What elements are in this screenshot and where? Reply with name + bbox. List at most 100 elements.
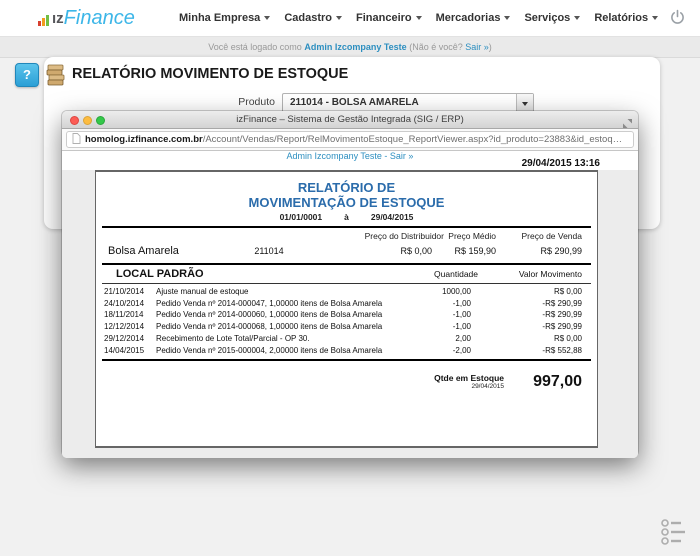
session-prefix: Você está logado como [208, 42, 302, 52]
page-doc-icon [72, 131, 81, 148]
date-from: 01/01/0001 [280, 212, 323, 222]
row-date: 12/12/2014 [96, 321, 150, 333]
table-row: 14/04/2015 Pedido Venda nº 2015-000004, … [96, 345, 597, 357]
url-field[interactable]: homolog.izfinance.com.br/Account/Vendas/… [66, 131, 634, 148]
chevron-down-icon [504, 16, 510, 20]
chevron-down-icon [336, 16, 342, 20]
minimize-window-button[interactable] [83, 116, 92, 125]
row-value: -R$ 290,99 [471, 321, 582, 333]
izfinance-logo[interactable]: ız Finance [38, 6, 135, 30]
divider [102, 263, 591, 265]
url-text: homolog.izfinance.com.br/Account/Vendas/… [85, 134, 622, 145]
price-header-row: Preço do Distribuidor Preço Médio Preço … [96, 231, 597, 241]
location-name: LOCAL PADRÃO [96, 268, 378, 281]
divider [102, 359, 591, 361]
header-quantity: Quantidade [378, 268, 478, 281]
table-row: 21/10/2014 Ajuste manual de estoque 1000… [96, 286, 597, 298]
report-title-line2: MOVIMENTAÇÃO DE ESTOQUE [96, 195, 597, 210]
report-viewer-window: izFinance – Sistema de Gestão Integrada … [62, 111, 638, 456]
row-quantity: 2,00 [391, 333, 471, 345]
menu-item[interactable]: Minha Empresa [172, 12, 277, 24]
row-quantity: -1,00 [391, 321, 471, 333]
row-value: R$ 0,00 [471, 286, 582, 298]
power-icon[interactable] [669, 9, 686, 26]
header-movement-value: Valor Movimento [478, 268, 582, 281]
location-section-row: LOCAL PADRÃO Quantidade Valor Movimento [96, 268, 597, 281]
row-description: Pedido Venda nº 2014-000047, 1,00000 ite… [150, 298, 391, 310]
row-date: 18/11/2014 [96, 309, 150, 321]
distributor-price-value: R$ 0,00 [314, 244, 444, 259]
window-controls [70, 116, 109, 125]
menu-item[interactable]: Cadastro [277, 12, 349, 24]
row-quantity: 1000,00 [391, 286, 471, 298]
row-date: 14/04/2015 [96, 345, 150, 357]
row-date: 24/10/2014 [96, 298, 150, 310]
header-distributor-price: Preço do Distribuidor [314, 231, 444, 241]
menu-item[interactable]: Financeiro [349, 12, 429, 24]
header-average-price: Preço Médio [444, 231, 496, 241]
row-quantity: -2,00 [391, 345, 471, 357]
menu-item[interactable]: Serviços [517, 12, 587, 24]
row-quantity: -1,00 [391, 298, 471, 310]
divider [102, 283, 591, 284]
session-question: (Não é você? [409, 42, 463, 52]
window-title: izFinance – Sistema de Gestão Integrada … [62, 111, 638, 128]
report-page: RELATÓRIO DE MOVIMENTAÇÃO DE ESTOQUE 01/… [95, 170, 598, 448]
product-dropdown[interactable]: 211014 - BOLSA AMARELA [282, 93, 534, 113]
report-title-line1: RELATÓRIO DE [96, 172, 597, 195]
chevron-down-icon [416, 16, 422, 20]
session-bar: Você está logado como Admin Izcompany Te… [0, 37, 700, 58]
row-value: -R$ 552,88 [471, 345, 582, 357]
logout-link[interactable]: Sair » [465, 42, 489, 52]
list-icon[interactable] [660, 518, 686, 553]
date-separator: à [344, 212, 349, 222]
average-price-value: R$ 159,90 [444, 244, 496, 259]
table-row: 29/12/2014 Recebimento de Lote Total/Par… [96, 333, 597, 345]
session-user[interactable]: Admin Izcompany Teste [304, 42, 406, 52]
table-row: 18/11/2014 Pedido Venda nº 2014-000060, … [96, 309, 597, 321]
logo-text-finance: Finance [64, 6, 135, 30]
product-code: 211014 [239, 244, 299, 259]
date-to: 29/04/2015 [371, 212, 414, 222]
row-date: 29/12/2014 [96, 333, 150, 345]
main-menu: Minha Empresa Cadastro Financeiro Mercad… [172, 0, 665, 36]
summary-date: 29/04/2015 [434, 383, 504, 391]
row-quantity: -1,00 [391, 309, 471, 321]
menu-item[interactable]: Relatórios [587, 12, 665, 24]
table-row: 12/12/2014 Pedido Venda nº 2014-000068, … [96, 321, 597, 333]
bar-chart-icon [38, 15, 50, 30]
window-titlebar[interactable]: izFinance – Sistema de Gestão Integrada … [62, 111, 638, 129]
chevron-down-icon [574, 16, 580, 20]
sale-price-value: R$ 290,99 [496, 244, 582, 259]
row-date: 21/10/2014 [96, 286, 150, 298]
report-datetime: 29/04/2015 13:16 [522, 158, 600, 169]
header-sale-price: Preço de Venda [496, 231, 582, 241]
session-close-paren: ) [489, 42, 492, 52]
stock-quantity-value: 997,00 [510, 373, 582, 391]
product-label: Produto [180, 96, 275, 108]
row-description: Recebimento de Lote Total/Parcial - OP 3… [150, 333, 391, 345]
divider [102, 226, 591, 228]
table-row: 24/10/2014 Pedido Venda nº 2014-000047, … [96, 298, 597, 310]
page-title: RELATÓRIO MOVIMENTO DE ESTOQUE [72, 66, 348, 82]
report-date-range: 01/01/0001 à 29/04/2015 [96, 212, 597, 222]
top-navbar: ız Finance Minha Empresa Cadastro Financ… [0, 0, 700, 37]
chevron-down-icon [652, 16, 658, 20]
row-value: -R$ 290,99 [471, 298, 582, 310]
summary-label: Qtde em Estoque [434, 373, 504, 383]
product-selected-value: 211014 - BOLSA AMARELA [290, 94, 419, 112]
row-description: Pedido Venda nº 2014-000068, 1,00000 ite… [150, 321, 391, 333]
menu-item[interactable]: Mercadorias [429, 12, 518, 24]
row-value: -R$ 290,99 [471, 309, 582, 321]
movement-rows: 21/10/2014 Ajuste manual de estoque 1000… [96, 286, 597, 356]
resize-icon[interactable] [623, 115, 632, 124]
row-description: Pedido Venda nº 2014-000060, 1,00000 ite… [150, 309, 391, 321]
close-window-button[interactable] [70, 116, 79, 125]
dropdown-arrow-icon [516, 94, 533, 112]
browser-urlbar: homolog.izfinance.com.br/Account/Vendas/… [62, 129, 638, 151]
zoom-window-button[interactable] [96, 116, 105, 125]
help-button[interactable]: ? [15, 63, 39, 87]
stock-ledger-icon [46, 64, 65, 92]
product-row: Bolsa Amarela 211014 R$ 0,00 R$ 159,90 R… [96, 244, 597, 259]
window-content: Admin Izcompany Teste - Sair » 29/04/201… [62, 151, 638, 458]
